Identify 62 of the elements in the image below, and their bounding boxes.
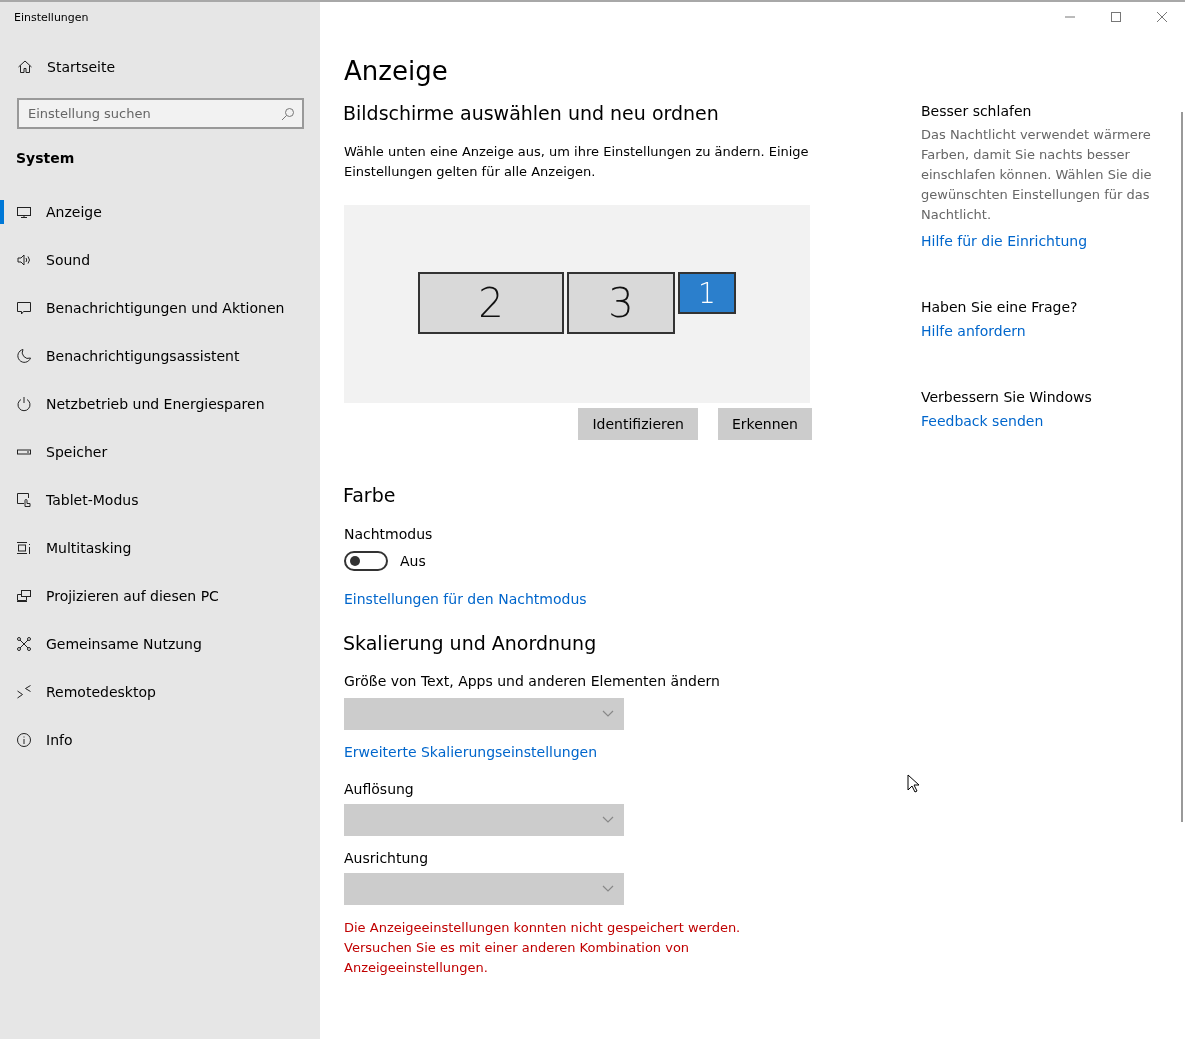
info-icon [16,732,32,748]
monitor-tile[interactable]: 1 [678,272,736,314]
sidebar-item[interactable]: Benachrichtigungen und Aktionen [0,284,320,332]
project-screens-icon [16,588,32,604]
mouse-pointer-icon [907,774,921,794]
home-link[interactable]: Startseite [0,55,320,79]
monitor-tile[interactable]: 3 [567,272,675,334]
aside-heading: Haben Sie eine Frage? [921,299,1079,315]
help-link[interactable]: Hilfe anfordern [921,323,1026,339]
aside-text: Das Nachtlicht verwendet wärmere Farben, damit Sie nachts besser einschlafen können. Wählen Sie die gewünschten Einstellungen für das Nachtlicht. [921,126,1153,224]
tablet-touch-icon [16,492,32,508]
toggle-switch[interactable] [344,551,388,571]
speech-bubble-icon [16,300,32,316]
network-nodes-icon [16,636,32,652]
multitask-icon [16,540,32,556]
sidebar-item[interactable]: Gemeinsame Nutzung [0,620,320,668]
chevron-down-icon [602,816,614,824]
sidebar-item[interactable]: Remotedesktop [0,668,320,716]
action-button[interactable]: Identifizieren [578,408,698,440]
power-icon [16,396,32,412]
section-heading: System [15,149,76,168]
home-icon [17,59,33,75]
aside-heading: Verbessern Sie Windows [921,389,1093,405]
section-heading: Farbe [343,484,397,506]
setting-label: Größe von Text, Apps und anderen Elementen ändern [344,673,721,689]
setting-label: Nachtmodus [344,526,434,542]
help-link[interactable]: Hilfe für die Einrichtung [921,233,1088,249]
search-icon [281,107,295,121]
window-title: Einstellungen [13,10,90,26]
sidebar-item[interactable]: Sound [0,236,320,284]
toggle-state-text: Aus [400,553,426,569]
help-link[interactable]: Feedback senden [921,413,1044,429]
chevron-down-icon [602,710,614,718]
sidebar-item[interactable]: Anzeige [0,188,320,236]
moon-icon [16,348,32,364]
search-field[interactable]: Einstellung suchen [17,98,304,129]
close-icon [1156,11,1168,23]
action-button[interactable]: Erkennen [717,408,812,440]
sidebar-item[interactable]: Speicher [0,428,320,476]
setting-label: Ausrichtung [344,850,430,866]
section-heading: Bildschirme auswählen und neu ordnen [343,102,720,124]
aside-heading: Besser schlafen [921,103,1033,119]
sidebar-item[interactable]: Tablet-Modus [0,476,320,524]
remote-arrows-icon [16,684,32,700]
sidebar-item[interactable]: Multitasking [0,524,320,572]
section-heading: Skalierung und Anordnung [343,632,598,654]
speaker-icon [16,252,32,268]
page-title: Anzeige [344,56,449,88]
settings-link[interactable]: Erweiterte Skalierungseinstellungen [344,744,598,760]
scrollbar[interactable] [1181,112,1183,822]
monitor-icon [16,204,32,220]
error-message: Die Anzeigeeinstellungen konnten nicht gespeichert werden. Versuchen Sie es mit einer anderen Kombination von Anzeigeeinstellungen. [344,919,742,977]
sidebar-item[interactable]: Netzbetrieb und Energiesparen [0,380,320,428]
maximize-icon [1110,11,1122,23]
sidebar-item[interactable]: Projizieren auf diesen PC [0,572,320,620]
settings-link[interactable]: Einstellungen für den Nachtmodus [344,591,587,607]
monitor-tile[interactable]: 2 [418,272,564,334]
sidebar-item[interactable]: Benachrichtigungsassistent [0,332,320,380]
sidebar-item[interactable]: Info [0,716,320,764]
description-text: Wähle unten eine Anzeige aus, um ihre Einstellungen zu ändern. Einige Einstellungen gelten für alle Anzeigen. [344,143,810,181]
chevron-down-icon [602,885,614,893]
setting-label: Auflösung [344,781,415,797]
